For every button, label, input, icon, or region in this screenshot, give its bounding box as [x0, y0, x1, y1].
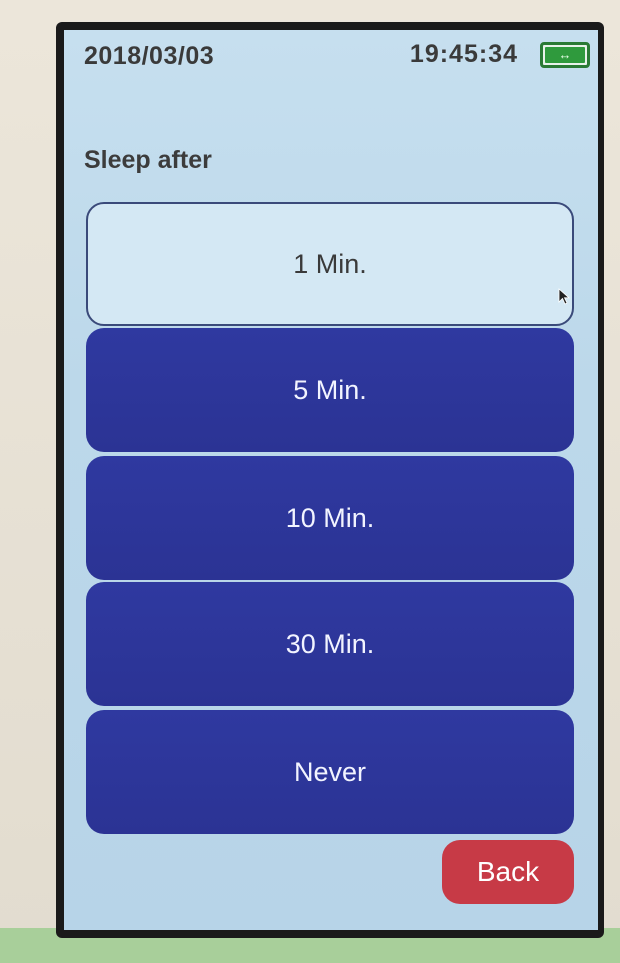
status-time: 19:45:34 — [409, 40, 518, 68]
option-label: 10 Min. — [285, 502, 375, 533]
sleep-option-1-min[interactable]: 1 Min. — [86, 202, 574, 326]
page-title: Sleep after — [84, 146, 212, 174]
touch-screen: 2018/03/03 19:45:34 ↔ Sleep after 1 Min.… — [64, 30, 598, 930]
option-label: Never — [293, 756, 367, 787]
sleep-option-5-min[interactable]: 5 Min. — [86, 328, 574, 452]
option-label: 1 Min. — [293, 248, 367, 279]
sleep-option-10-min[interactable]: 10 Min. — [86, 456, 574, 580]
sleep-option-never[interactable]: Never — [86, 710, 574, 834]
battery-level: ↔ — [545, 47, 585, 63]
option-label: 30 Min. — [285, 628, 375, 659]
battery-charging-icon: ↔ — [540, 42, 590, 68]
status-date: 2018/03/03 — [84, 42, 215, 70]
back-button-label: Back — [476, 856, 540, 887]
sleep-option-30-min[interactable]: 30 Min. — [86, 582, 574, 706]
back-button[interactable]: Back — [442, 840, 574, 904]
pointer-cursor-icon — [558, 288, 571, 305]
option-label: 5 Min. — [293, 374, 367, 405]
